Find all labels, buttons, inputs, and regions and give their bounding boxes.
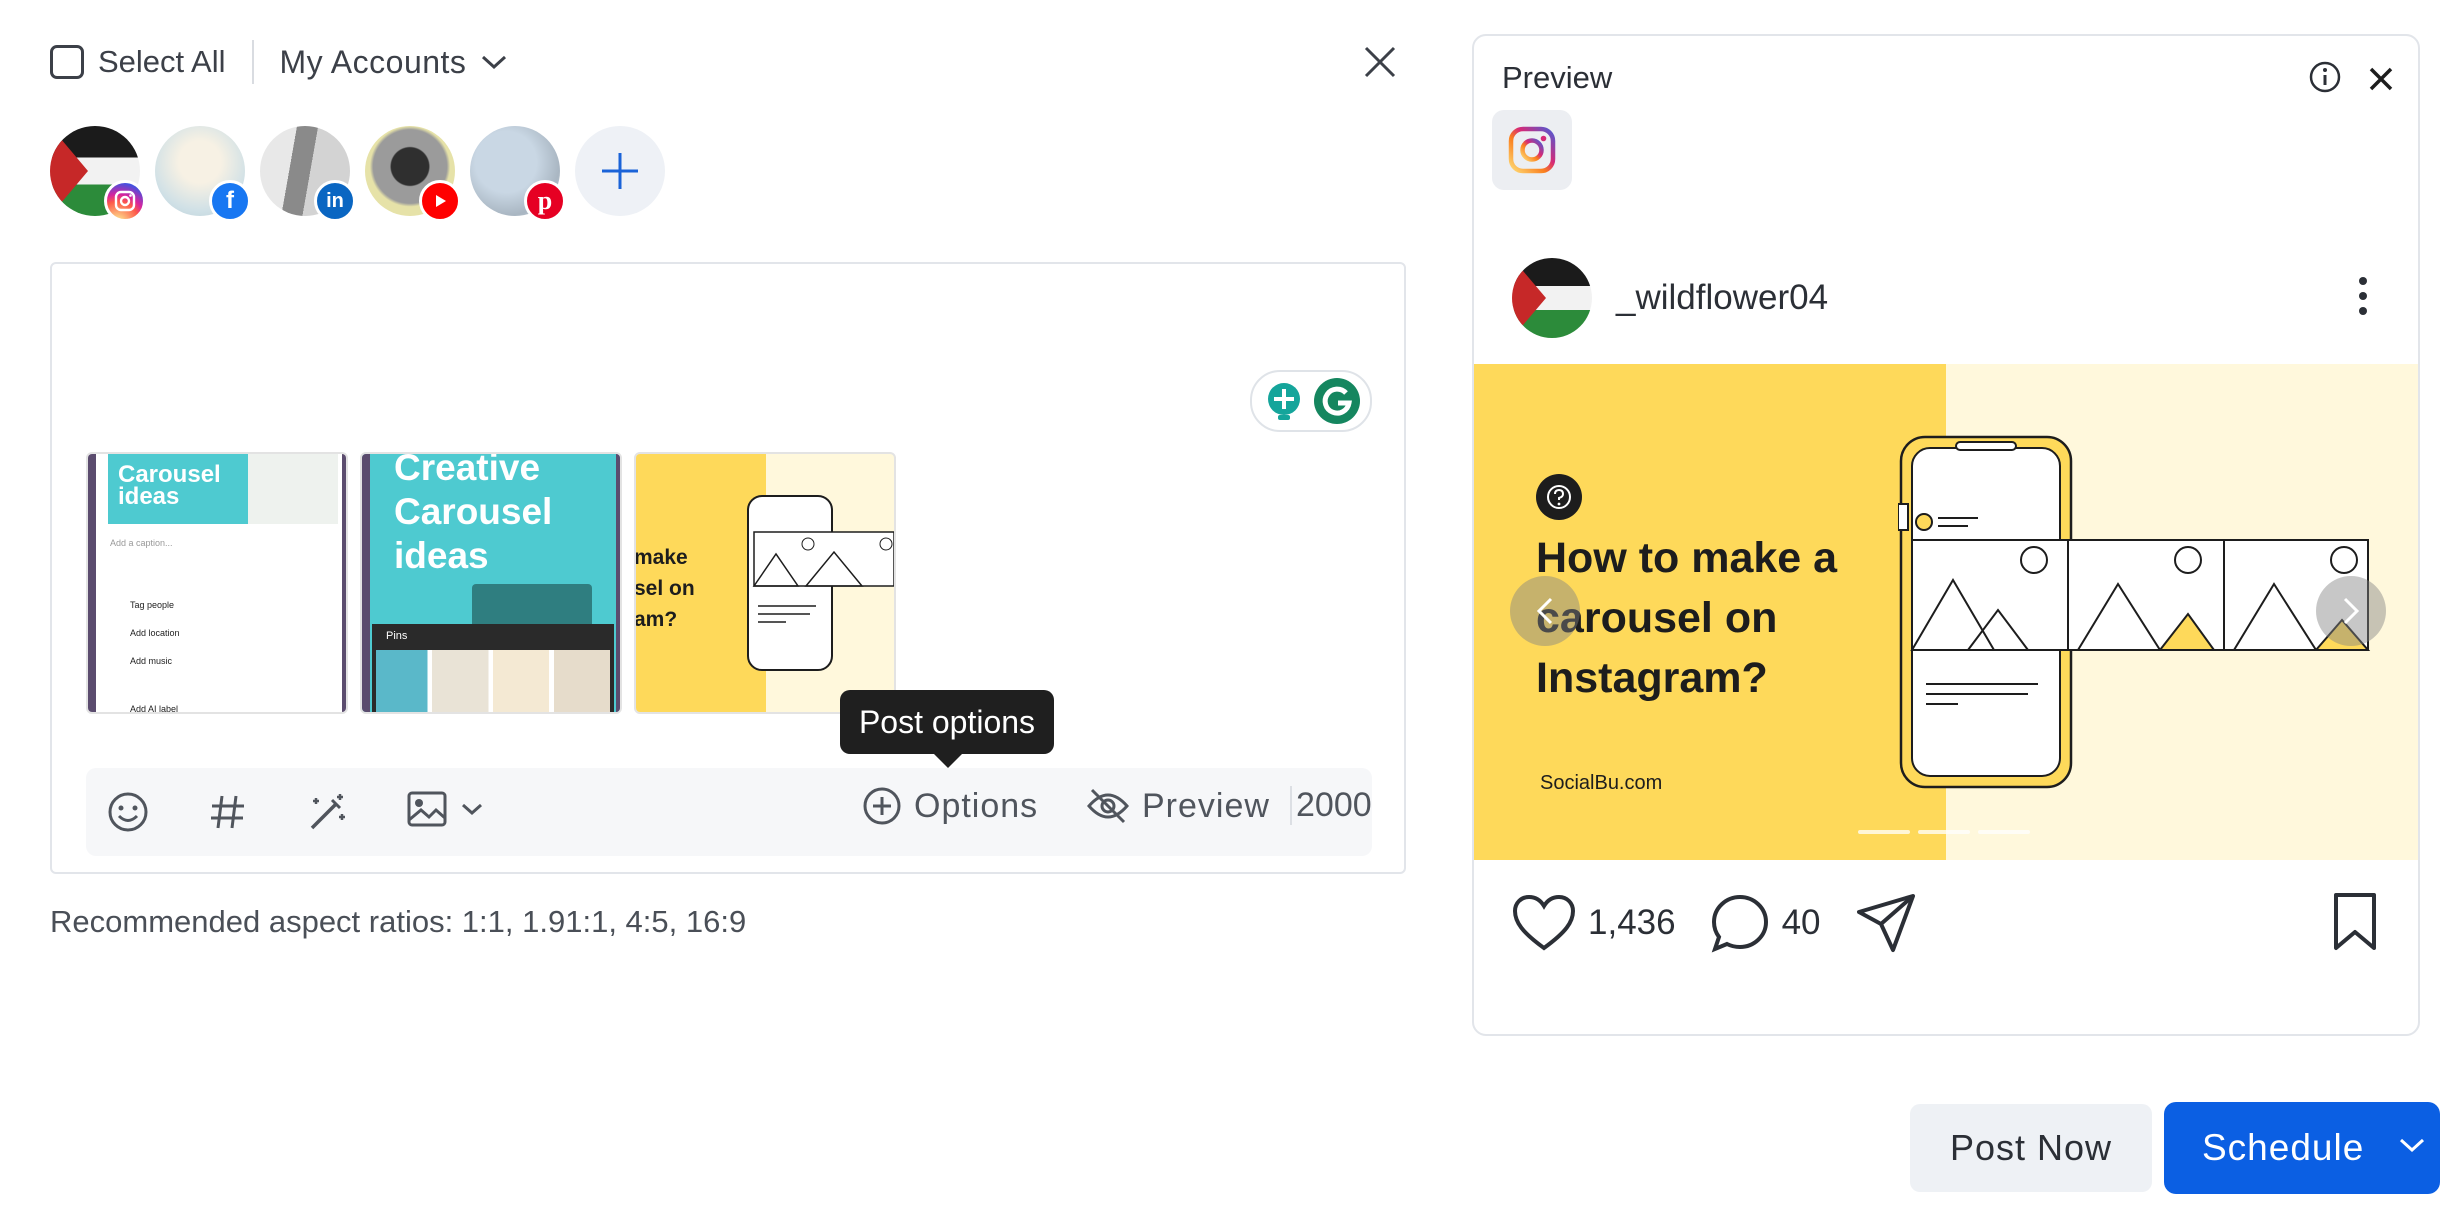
slide-source: SocialBu.com (1540, 772, 1663, 794)
character-count: 2000 (1290, 786, 1372, 825)
more-vertical-icon[interactable] (2358, 276, 2368, 316)
add-ai-label-row: Add AI label (130, 704, 179, 714)
add-music-row: Add music (130, 656, 173, 666)
select-all-checkbox[interactable] (50, 45, 84, 79)
slide-heading: How to make a carousel on Instagram? (1536, 534, 1838, 702)
media-thumbnail[interactable]: Carousel ideas Add a caption... Tag peop… (86, 452, 348, 714)
avatar-linkedin-account[interactable]: in (260, 126, 356, 222)
carousel-slide: How to make a carousel on Instagram? Soc… (1474, 364, 2418, 860)
preview-toggle-button[interactable]: Preview (1086, 786, 1270, 826)
heart-icon[interactable] (1512, 894, 1576, 952)
post-actions: 1,436 40 (1512, 892, 1917, 954)
username: _wildflower04 (1616, 278, 1829, 317)
schedule-button[interactable]: Schedule (2164, 1102, 2440, 1194)
chevron-right-icon (2343, 597, 2360, 625)
media-dropdown[interactable] (406, 790, 484, 828)
preview-title: Preview (1502, 60, 1613, 95)
my-accounts-dropdown[interactable]: My Accounts (280, 44, 509, 81)
chevron-down-icon[interactable] (2398, 1136, 2426, 1154)
options-label: Options (914, 786, 1039, 825)
carousel-dot (1858, 830, 1910, 834)
carousel-dot (1918, 830, 1970, 834)
question-icon (1536, 474, 1582, 520)
carousel-indicators (1858, 830, 2038, 834)
carousel-prev-button[interactable] (1510, 576, 1580, 646)
add-account-button[interactable] (575, 126, 665, 216)
options-button[interactable]: Options (862, 786, 1038, 826)
caption-placeholder: Add a caption... (110, 538, 173, 548)
phone-illustration (747, 495, 894, 671)
chevron-down-icon (482, 55, 507, 70)
plus-circle-icon (863, 787, 901, 825)
media-title: Carousel ideas (118, 461, 221, 510)
youtube-icon (419, 180, 461, 222)
aspect-ratio-hint: Recommended aspect ratios: 1:1, 1.91:1, … (50, 904, 747, 939)
phone-carousel-illustration (1898, 435, 2371, 789)
info-icon[interactable] (2308, 60, 2342, 94)
magic-wand-icon[interactable] (306, 790, 350, 834)
pins-tab: Pins (386, 630, 408, 642)
likes-count: 1,436 (1588, 903, 1676, 942)
avatar (1512, 258, 1592, 338)
select-all-label[interactable]: Select All (98, 44, 226, 80)
lightbulb-icon (1267, 383, 1300, 420)
share-icon[interactable] (1855, 892, 1917, 954)
avatar-facebook-account[interactable]: f (155, 126, 251, 222)
emoji-icon[interactable] (106, 790, 150, 834)
media-thumbnails: Carousel ideas Add a caption... Tag peop… (86, 452, 908, 714)
my-accounts-label: My Accounts (279, 43, 467, 80)
account-avatars: f in p (50, 126, 665, 222)
instagram-icon (1508, 126, 1556, 174)
schedule-label: Schedule (2202, 1127, 2365, 1168)
post-now-button[interactable]: Post Now (1910, 1104, 2152, 1192)
close-icon[interactable] (1362, 44, 1398, 80)
avatar-pinterest-account[interactable]: p (470, 126, 566, 222)
add-location-row: Add location (130, 628, 180, 638)
grammarly-icon (1313, 378, 1360, 424)
comment-icon[interactable] (1710, 893, 1770, 953)
carousel-next-button[interactable] (2316, 576, 2386, 646)
avatar-youtube-account[interactable] (365, 126, 461, 222)
chevron-down-icon (462, 803, 482, 816)
facebook-icon: f (209, 180, 251, 222)
media-title: make sel on am? (634, 546, 695, 631)
grammarly-widget[interactable] (1250, 370, 1372, 432)
instagram-icon (104, 180, 146, 222)
tag-people-row: Tag people (130, 600, 175, 610)
tab-instagram[interactable] (1492, 110, 1572, 190)
bookmark-icon[interactable] (2332, 892, 2378, 952)
account-selector-bar: Select All My Accounts (50, 38, 508, 86)
plus-icon (602, 153, 638, 189)
divider (251, 40, 254, 84)
carousel-dot (1978, 830, 2030, 834)
close-icon[interactable] (2368, 66, 2394, 92)
pinterest-icon: p (524, 180, 566, 222)
post-author: _wildflower04 (1512, 258, 1828, 338)
eye-slash-icon (1087, 788, 1129, 824)
chevron-left-icon (1536, 597, 1553, 625)
preview-label: Preview (1142, 786, 1270, 825)
media-thumbnail[interactable]: make sel on am? (634, 452, 896, 714)
avatar-instagram-account[interactable] (50, 126, 146, 222)
linkedin-icon: in (314, 180, 356, 222)
media-thumbnail[interactable]: Creative Carousel ideas Pins (360, 452, 622, 714)
media-title: Creative Carousel ideas (394, 452, 553, 576)
post-options-tooltip: Post options (840, 690, 1054, 768)
editor-toolbar: Options Preview 2000 (86, 768, 1372, 856)
comments-count: 40 (1781, 903, 1821, 942)
image-icon (407, 791, 447, 827)
hashtag-icon[interactable] (206, 790, 250, 834)
preview-panel: Preview _wildflower04 How to make a caro… (1472, 34, 2420, 1036)
